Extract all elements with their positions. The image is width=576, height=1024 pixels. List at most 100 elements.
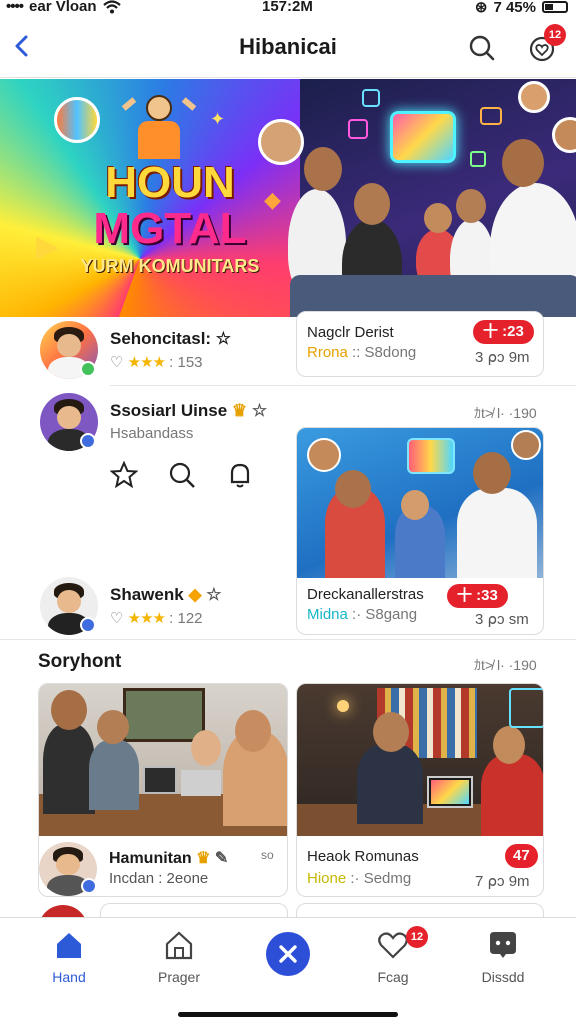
card-rest: :: S8dong <box>352 344 417 361</box>
card-image <box>297 684 543 836</box>
hero-family-scene <box>288 79 576 317</box>
hero-book-avatar <box>54 97 100 143</box>
verified-badge <box>80 433 96 449</box>
status-bar: •••• ear Vloan 157:2M ⊛ 7 45% <box>0 0 576 18</box>
tab-pages[interactable]: Prager <box>134 930 224 985</box>
card-title: Nagclr Derist <box>307 324 394 341</box>
floating-icon <box>480 107 502 125</box>
user-name[interactable]: Ssosiarl Uinse ♛ ☆ <box>110 401 267 421</box>
nav-bar: Hibanicai 12 <box>0 18 576 78</box>
heart-icon[interactable]: ♡ <box>110 610 123 627</box>
cartoon-character <box>121 95 197 159</box>
notifications-button[interactable]: 12 <box>526 24 566 64</box>
user-name-text: Ssosiarl Uinse <box>110 401 228 420</box>
price-pill[interactable]: 十 :23 <box>473 320 534 344</box>
tab-discord[interactable]: Dissdd <box>458 930 548 985</box>
person-head <box>304 147 342 191</box>
tab-label: Hand <box>52 969 86 985</box>
chat-bubble-icon <box>490 932 516 958</box>
home-icon <box>57 933 81 958</box>
card-image <box>297 428 543 578</box>
card-meta: 3 ⍴ɔ ѕm <box>475 611 529 628</box>
feed-list: Sehoncitasl: ☆ ♡ ★★★ : 153 Nagclr Derist… <box>0 311 576 955</box>
notification-badge: 12 <box>544 24 566 46</box>
hero-banner[interactable]: ▶ ◆ ✦ HOUN MGTAL YURM KOMUNITARS <box>0 79 576 317</box>
tab-label: Prager <box>157 969 201 985</box>
user-subtitle: Incdan : 2eone <box>109 870 209 887</box>
section-timestamp: ｶt≯ l· ·190 <box>474 657 537 673</box>
section-title: Soryhont <box>38 651 122 672</box>
clock: 157:2M <box>262 0 313 15</box>
divider <box>0 639 576 640</box>
hologram-tablet <box>390 111 456 163</box>
card-highlight: Rrona <box>307 344 348 361</box>
feed-card[interactable]: Hamunitan ♛ ✎ so Incdan : 2eone <box>38 683 288 897</box>
card-subtitle: Midna :· S8gang <box>307 606 417 623</box>
hero-title-line2: MGTAL <box>93 204 247 253</box>
rating-value: : 122 <box>169 610 203 627</box>
diamond-icon: ◆ <box>188 585 202 604</box>
feed-card[interactable]: Heaok Romunas Hione :· Sedmg 47 7 ⍴ɔ 9m <box>296 683 544 897</box>
person-head <box>354 183 390 225</box>
star-outline-icon[interactable] <box>110 461 138 489</box>
card-subtitle: Rrona :: S8dong <box>307 344 416 361</box>
verified-badge <box>80 617 96 633</box>
bell-icon[interactable] <box>226 461 254 489</box>
battery-label: 7 45% <box>493 0 536 16</box>
floating-icon <box>348 119 368 139</box>
card-extra: so <box>261 848 274 862</box>
card-subtitle: Hione :· Sedmg <box>307 870 411 887</box>
card-image <box>39 684 287 836</box>
floating-icon <box>362 89 380 107</box>
card-rest: :· S8gang <box>352 606 418 623</box>
timestamp: ｶt≯ l· ·190 <box>474 405 537 421</box>
heart-outline-icon <box>378 932 408 959</box>
user-name[interactable]: Hamunitan ♛ ✎ <box>109 848 228 868</box>
battery-group: ⊛ 7 45% <box>475 0 568 16</box>
price-pill[interactable]: 十 :33 <box>447 584 508 608</box>
hero-title-line3: YURM KOMUNITARS <box>80 256 260 276</box>
hero-title-line1: HOUN <box>105 158 235 207</box>
count-pill[interactable]: 47 <box>505 844 538 868</box>
alarm-icon: ⊛ <box>474 0 488 16</box>
online-indicator <box>80 361 96 377</box>
person-head <box>502 139 544 187</box>
crown-icon: ♛ <box>231 401 248 420</box>
card-rest: :· Sedmg <box>350 870 412 887</box>
center-action-button[interactable] <box>266 932 310 976</box>
star-outline-icon: ☆ <box>206 585 222 604</box>
tab-favorites[interactable]: 12 Fcag <box>348 926 438 985</box>
user-rating: ♡ ★★★ : 153 <box>110 353 203 371</box>
user-name-text: Hamunitan <box>109 850 192 867</box>
tab-home[interactable]: Hand <box>24 930 114 985</box>
search-icon[interactable] <box>466 32 498 64</box>
person-head <box>424 203 452 233</box>
sparkle-icon: ✦ <box>210 109 226 129</box>
house-outline-icon <box>165 931 193 960</box>
verified-badge <box>81 878 97 894</box>
user-rating: ♡ ★★★ : 122 <box>110 609 203 627</box>
signal-icon: •••• <box>6 0 24 15</box>
search-icon[interactable] <box>168 461 196 489</box>
crown-icon: ♛ <box>196 850 211 867</box>
user-name[interactable]: Sehoncitasl: ☆ <box>110 329 231 349</box>
avatar <box>518 81 550 113</box>
user-name[interactable]: Shawenk ◆ ☆ <box>110 585 222 605</box>
rating-value: : 153 <box>169 354 203 371</box>
person-head <box>456 189 486 223</box>
card-meta: 3 ⍴ɔ 9m <box>475 349 530 366</box>
feed-card[interactable]: Nagclr Derist Rrona :: S8dong 十 :23 3 ⍴ɔ… <box>296 311 544 377</box>
card-highlight: Hione <box>307 870 347 887</box>
tab-badge: 12 <box>406 926 428 948</box>
heart-icon[interactable]: ♡ <box>110 354 123 371</box>
rating-stars: ★★★ <box>127 610 166 627</box>
battery-icon <box>542 1 568 13</box>
feed-card[interactable]: Dreckanallerstras Midna :· S8gang 十 :33 … <box>296 427 544 635</box>
rating-stars: ★★★ <box>127 354 166 371</box>
avatar <box>552 117 576 153</box>
tab-bar: Hand Prager 12 Fcag Dissdd <box>0 917 576 1024</box>
card-title: Heaok Romunas <box>307 848 419 865</box>
divider <box>110 385 576 386</box>
user-subtitle: Hsabandass <box>110 425 194 442</box>
home-indicator <box>178 1012 398 1017</box>
